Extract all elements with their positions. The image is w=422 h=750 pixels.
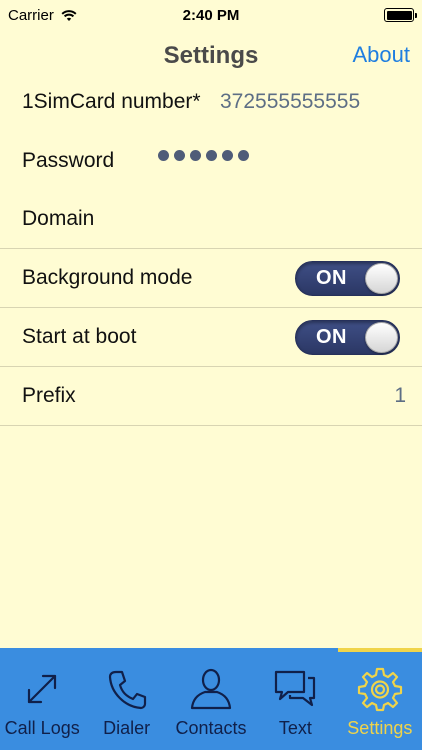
domain-row[interactable]: Domain bbox=[0, 190, 422, 248]
password-dot bbox=[206, 150, 217, 161]
background-mode-row: Background mode ON bbox=[0, 249, 422, 307]
status-bar: Carrier 2:40 PM bbox=[0, 0, 422, 30]
phone-icon bbox=[108, 670, 146, 710]
background-mode-label: Background mode bbox=[22, 266, 193, 289]
chat-icon bbox=[275, 670, 316, 707]
prefix-value[interactable]: 1 bbox=[394, 384, 406, 408]
tab-label: Settings bbox=[347, 718, 413, 738]
domain-label: Domain bbox=[22, 207, 95, 230]
toggle-on-label: ON bbox=[316, 326, 347, 348]
tab-bar: Call Logs Dialer Contacts Text Settings bbox=[0, 648, 422, 750]
toggle-knob bbox=[365, 263, 398, 294]
toggle-knob bbox=[365, 322, 398, 353]
password-dot bbox=[238, 150, 249, 161]
password-dot bbox=[222, 150, 233, 161]
password-dot bbox=[158, 150, 169, 161]
tab-dialer[interactable]: Dialer bbox=[84, 648, 168, 750]
divider bbox=[0, 425, 422, 426]
battery-fill bbox=[386, 10, 412, 20]
password-row[interactable]: Password bbox=[0, 132, 422, 190]
tab-label: Contacts bbox=[175, 718, 247, 738]
prefix-label: Prefix bbox=[22, 384, 76, 407]
about-button[interactable]: About bbox=[353, 42, 411, 68]
tab-contacts[interactable]: Contacts bbox=[169, 648, 253, 750]
start-at-boot-row: Start at boot ON bbox=[0, 308, 422, 366]
settings-list: 1SimCard number* 372555555555 Password D… bbox=[0, 74, 422, 426]
sim-number-value[interactable]: 372555555555 bbox=[220, 90, 360, 114]
tab-label: Call Logs bbox=[4, 718, 80, 738]
start-at-boot-toggle[interactable]: ON bbox=[295, 320, 400, 355]
contacts-icon bbox=[190, 668, 232, 710]
sim-number-row[interactable]: 1SimCard number* 372555555555 bbox=[0, 74, 422, 132]
status-left: Carrier bbox=[8, 7, 78, 24]
gear-icon bbox=[357, 667, 402, 712]
start-at-boot-label: Start at boot bbox=[22, 325, 137, 348]
tab-call-logs[interactable]: Call Logs bbox=[0, 648, 84, 750]
tab-text[interactable]: Text bbox=[253, 648, 337, 750]
prefix-row[interactable]: Prefix 1 bbox=[0, 367, 422, 425]
tab-label: Dialer bbox=[103, 718, 151, 738]
call-logs-icon bbox=[28, 674, 57, 704]
background-mode-toggle[interactable]: ON bbox=[295, 261, 400, 296]
password-label: Password bbox=[22, 149, 115, 172]
tab-settings[interactable]: Settings bbox=[338, 648, 422, 750]
tab-label: Text bbox=[278, 718, 312, 738]
password-dot bbox=[190, 150, 201, 161]
sim-number-label: 1SimCard number* bbox=[22, 90, 201, 113]
battery-icon bbox=[384, 8, 417, 22]
password-dot bbox=[174, 150, 185, 161]
toggle-on-label: ON bbox=[316, 267, 347, 289]
password-field[interactable] bbox=[158, 150, 249, 161]
carrier-label: Carrier bbox=[8, 6, 54, 24]
wifi-icon bbox=[61, 10, 77, 21]
